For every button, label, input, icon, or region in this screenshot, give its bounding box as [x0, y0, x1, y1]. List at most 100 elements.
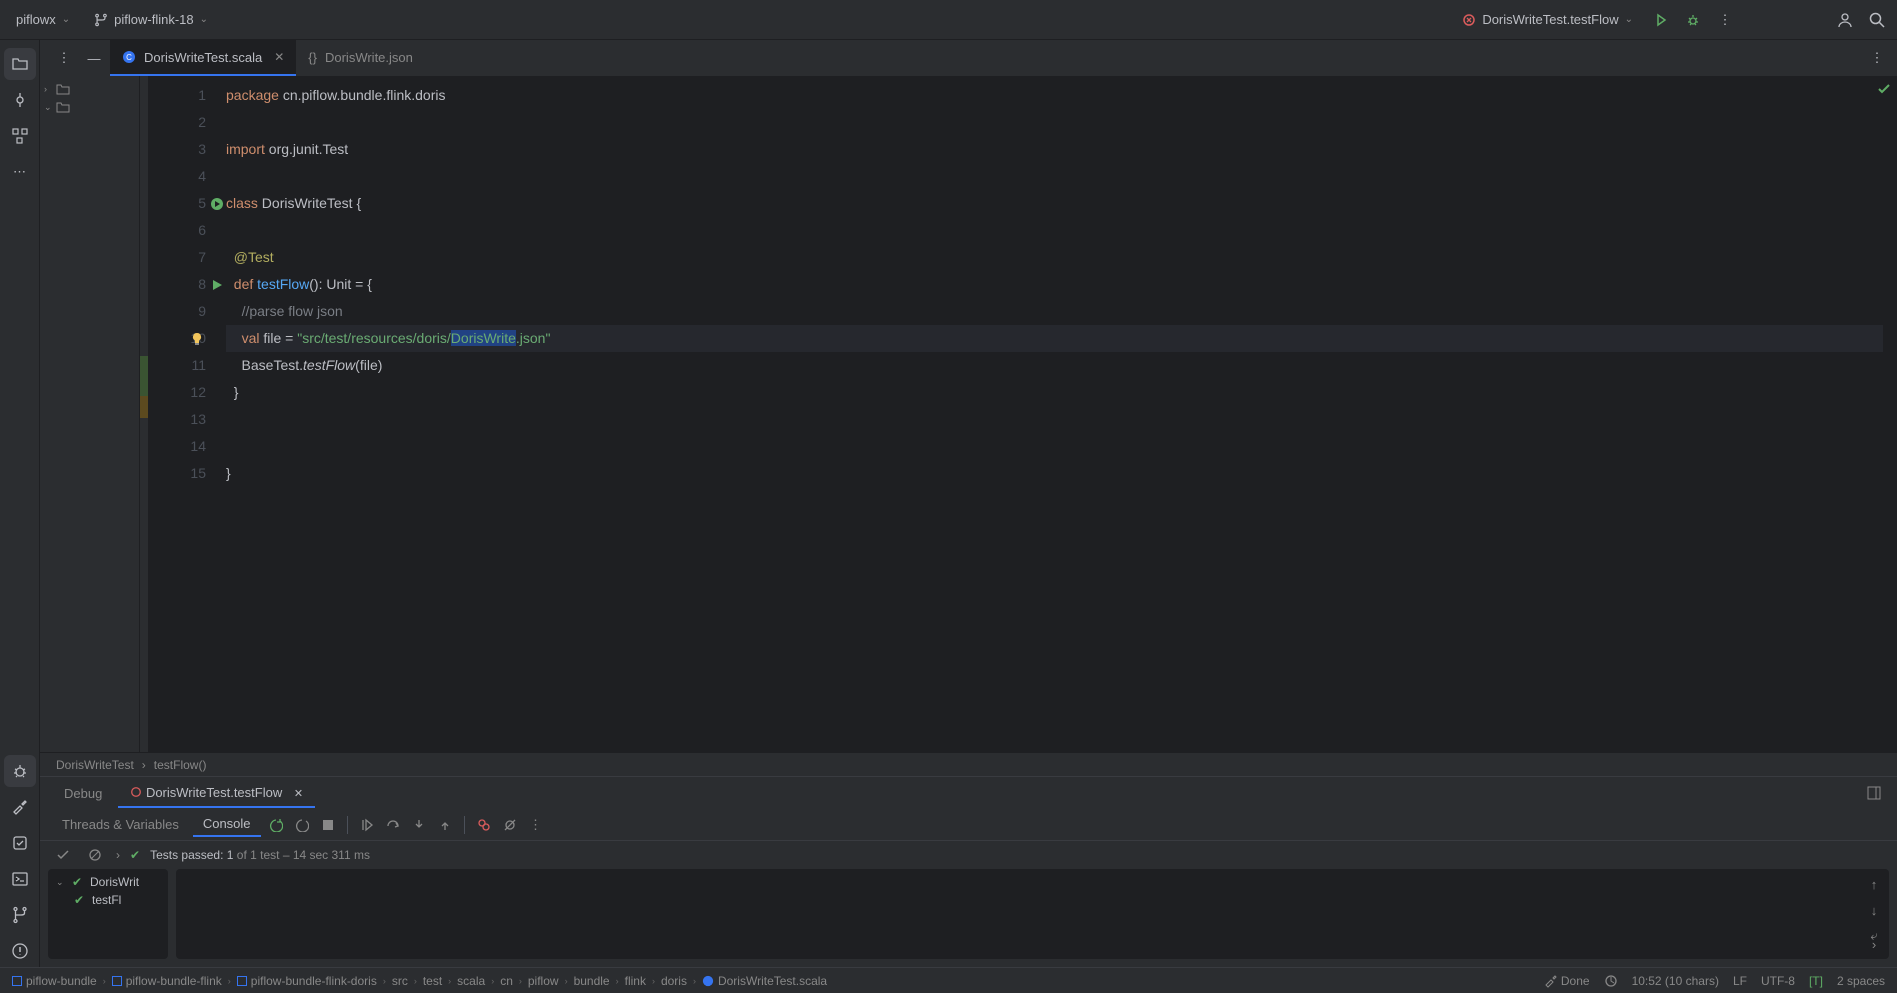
code-area[interactable]: package cn.piflow.bundle.flink.doris imp…	[218, 76, 1883, 752]
view-breakpoints-icon[interactable]	[473, 814, 495, 836]
console-output[interactable]: ↑ ↓ ⤶ ›	[176, 869, 1889, 959]
line-separator[interactable]: LF	[1733, 974, 1747, 988]
file-encoding[interactable]: UTF-8	[1761, 974, 1795, 988]
debug-tool-icon[interactable]	[4, 755, 36, 787]
build-tool-icon[interactable]	[4, 791, 36, 823]
search-icon[interactable]	[1865, 8, 1889, 32]
tab-indicator[interactable]: [T]	[1809, 974, 1823, 988]
step-into-icon[interactable]	[408, 814, 430, 836]
layout-icon[interactable]	[1863, 782, 1885, 804]
more-actions-button[interactable]: ⋮	[1713, 8, 1737, 32]
chevron-right-icon: ›	[103, 976, 106, 986]
scroll-down-icon[interactable]: ↓	[1863, 899, 1885, 921]
tree-row[interactable]: ›	[40, 80, 139, 98]
module-icon	[237, 976, 247, 986]
module-icon	[12, 976, 22, 986]
sync-icon[interactable]	[1604, 974, 1618, 988]
debug-tab-label[interactable]: Debug	[52, 780, 114, 807]
debug-config-tab[interactable]: DorisWriteTest.testFlow ✕	[118, 779, 315, 808]
path-crumb[interactable]: piflow-bundle-flink	[112, 974, 222, 988]
path-crumb[interactable]: piflow	[528, 974, 559, 988]
analysis-ok-icon[interactable]	[1877, 82, 1891, 96]
commit-tool-icon[interactable]	[4, 84, 36, 116]
chevron-down-icon: ⌄	[62, 14, 70, 25]
left-toolbar: ⋯	[0, 40, 40, 967]
expand-icon[interactable]: ›	[1863, 933, 1885, 955]
code-editor[interactable]: 1 2 3 4 5 6 7 8 9 10 11	[148, 76, 1897, 752]
test-name: DorisWrit	[90, 875, 139, 889]
more-debug-icon[interactable]: ⋮	[525, 814, 547, 836]
line-number: 2	[198, 114, 206, 130]
indent-setting[interactable]: 2 spaces	[1837, 974, 1885, 988]
test-tree-row[interactable]: ⌄ ✔ DorisWrit	[56, 873, 160, 891]
debug-button[interactable]	[1681, 8, 1705, 32]
problems-tool-icon[interactable]	[4, 935, 36, 967]
debug-config-name: DorisWriteTest.testFlow	[146, 785, 282, 800]
chevron-right-icon: ›	[565, 976, 568, 986]
rerun-icon[interactable]	[265, 814, 287, 836]
path-crumb[interactable]: piflow-bundle-flink-doris	[237, 974, 377, 988]
step-out-icon[interactable]	[434, 814, 456, 836]
tab-doriswritetest[interactable]: C DorisWriteTest.scala ✕	[110, 40, 296, 76]
filter-ignored-icon[interactable]	[84, 844, 106, 866]
path-file[interactable]: DorisWriteTest.scala	[702, 974, 827, 988]
test-name: testFl	[92, 893, 121, 907]
bulb-icon[interactable]	[190, 332, 204, 346]
minimap	[140, 76, 148, 752]
chevron-right-icon: ›	[652, 976, 655, 986]
branch-selector[interactable]: piflow-flink-18 ⌄	[86, 8, 216, 31]
threads-tab[interactable]: Threads & Variables	[52, 813, 189, 836]
test-tree-row[interactable]: ✔ testFl	[56, 891, 160, 909]
structure-tool-icon[interactable]	[4, 120, 36, 152]
tree-row[interactable]: ⌄	[40, 98, 139, 116]
chevron-right-icon: ›	[448, 976, 451, 986]
rerun-failed-icon[interactable]	[291, 814, 313, 836]
build-status[interactable]: Done	[1543, 974, 1590, 988]
debug-label: Debug	[64, 786, 102, 801]
close-icon[interactable]: ✕	[274, 50, 284, 64]
line-number: 11	[191, 357, 206, 373]
filter-passed-icon[interactable]	[52, 844, 74, 866]
tab-doriswrite-json[interactable]: {} DorisWrite.json	[296, 40, 425, 76]
hammer-icon	[1543, 974, 1557, 988]
path-crumb[interactable]: flink	[625, 974, 646, 988]
project-selector[interactable]: piflowx ⌄	[8, 8, 78, 31]
path-crumb[interactable]: scala	[457, 974, 485, 988]
services-tool-icon[interactable]	[4, 827, 36, 859]
cursor-position[interactable]: 10:52 (10 chars)	[1632, 974, 1719, 988]
check-icon: ✔	[130, 848, 140, 862]
more-tool-icon[interactable]: ⋯	[4, 156, 36, 188]
breadcrumb-item[interactable]: testFlow()	[154, 758, 207, 772]
debug-panel-tabs: Debug DorisWriteTest.testFlow ✕	[40, 777, 1897, 809]
top-toolbar: piflowx ⌄ piflow-flink-18 ⌄ DorisWriteTe…	[0, 0, 1897, 40]
check-icon: ✔	[72, 875, 86, 889]
chevron-right-icon: ›	[414, 976, 417, 986]
path-crumb[interactable]: src	[392, 974, 408, 988]
run-button[interactable]	[1649, 8, 1673, 32]
step-over-icon[interactable]	[382, 814, 404, 836]
path-crumb[interactable]: piflow-bundle	[12, 974, 97, 988]
line-number: 3	[198, 141, 206, 157]
stop-icon[interactable]	[317, 814, 339, 836]
path-crumb[interactable]: bundle	[574, 974, 610, 988]
close-icon[interactable]: ✕	[294, 788, 303, 800]
collapse-icon[interactable]: —	[82, 46, 106, 70]
breadcrumb-item[interactable]: DorisWriteTest	[56, 758, 134, 772]
path-crumb[interactable]: doris	[661, 974, 687, 988]
chevron-right-icon: ›	[491, 976, 494, 986]
project-tool-icon[interactable]	[4, 48, 36, 80]
account-icon[interactable]	[1833, 8, 1857, 32]
line-number: 1	[198, 87, 206, 103]
run-config-selector[interactable]: DorisWriteTest.testFlow ⌄	[1454, 8, 1641, 31]
vcs-tool-icon[interactable]	[4, 899, 36, 931]
terminal-tool-icon[interactable]	[4, 863, 36, 895]
tab-actions-icon[interactable]: ⋮	[52, 46, 76, 70]
resume-icon[interactable]	[356, 814, 378, 836]
console-tab[interactable]: Console	[193, 812, 261, 837]
mute-breakpoints-icon[interactable]	[499, 814, 521, 836]
scroll-up-icon[interactable]: ↑	[1863, 873, 1885, 895]
path-crumb[interactable]: test	[423, 974, 442, 988]
tab-more-icon[interactable]: ⋮	[1865, 46, 1889, 70]
path-crumb[interactable]: cn	[500, 974, 513, 988]
branch-name: piflow-flink-18	[114, 12, 193, 27]
